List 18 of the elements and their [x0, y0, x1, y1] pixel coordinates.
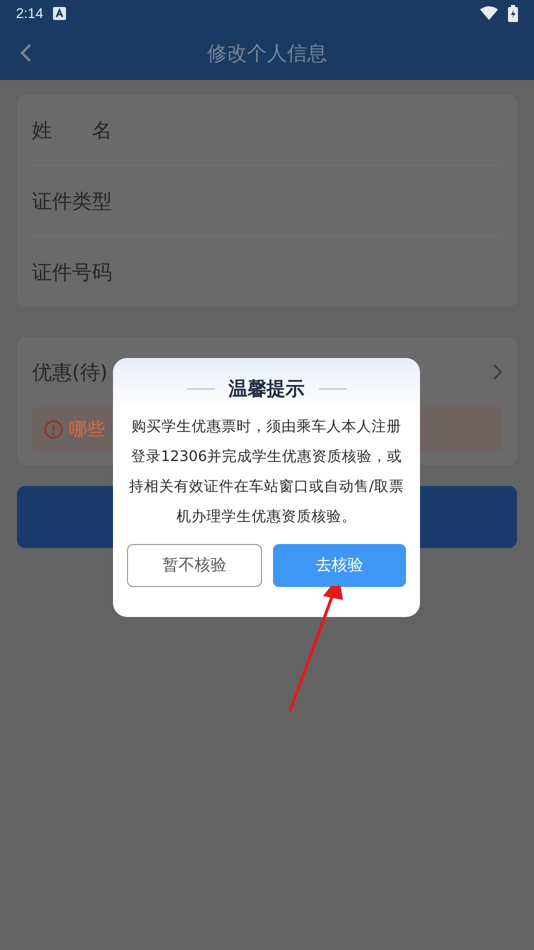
field-label: 姓 名	[32, 116, 112, 144]
discount-type-label: 优惠(待)	[32, 358, 108, 386]
page-title: 修改个人信息	[206, 40, 328, 66]
notice-link[interactable]: 哪些	[69, 417, 105, 441]
verify-button[interactable]: 去核验	[273, 544, 406, 587]
chevron-right-icon[interactable]	[493, 364, 502, 380]
field-label: 证件类型	[32, 188, 112, 214]
back-icon	[20, 43, 32, 63]
warning-icon	[44, 420, 63, 438]
status-time: 2:14	[16, 5, 44, 21]
wifi-icon	[480, 6, 498, 20]
skip-button[interactable]: 暂不核验	[127, 544, 262, 587]
dialog-message: 购买学生优惠票时，须由乘车人本人注册登录12306并完成学生优惠资质核验，或持相关有效证件在车站窗口或自动售/取票机办理学生优惠资质核验。	[128, 418, 405, 527]
dialog-title: 温馨提示	[228, 377, 304, 402]
field-label: 证件号码	[32, 258, 112, 286]
battery-icon	[508, 4, 518, 22]
back-button[interactable]	[20, 43, 32, 63]
keyboard-notification-icon	[53, 6, 66, 20]
